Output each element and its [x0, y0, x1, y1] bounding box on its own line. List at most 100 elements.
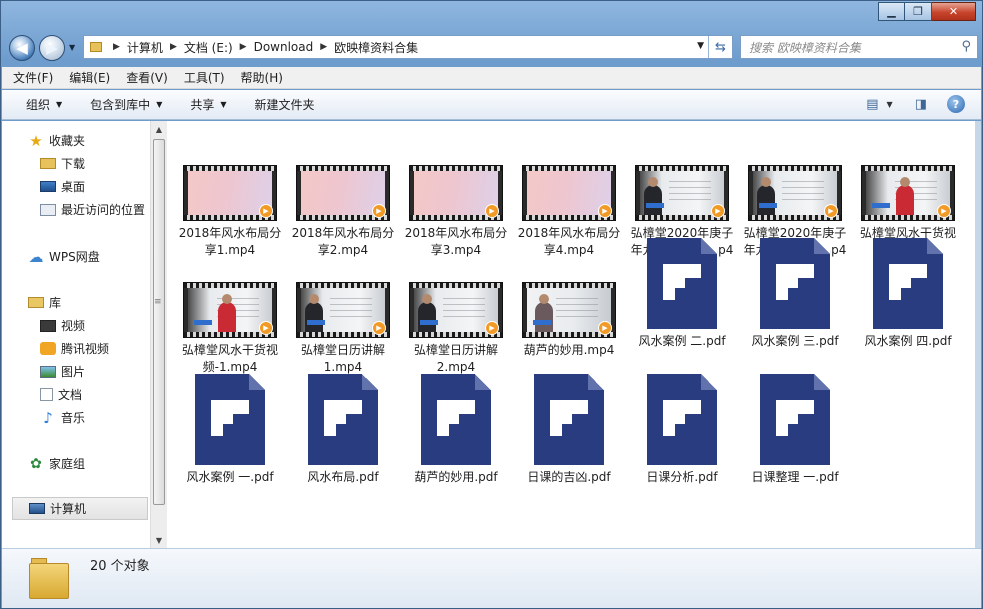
include-library-label: 包含到库中	[90, 98, 151, 112]
window-controls: ▁ ❐ ✕	[878, 2, 976, 21]
share-button[interactable]: 共享 ▼	[190, 96, 226, 113]
new-folder-label: 新建文件夹	[254, 98, 315, 112]
back-button[interactable]: ◀	[9, 35, 35, 61]
menu-help[interactable]: 帮助(H)	[241, 69, 283, 86]
file-item[interactable]: 风水布局.pdf	[288, 374, 398, 486]
scrollbar-thumb[interactable]	[153, 139, 165, 505]
sidebar-item-wps-drive[interactable]: ☁ WPS网盘	[2, 245, 150, 268]
breadcrumb-current-folder[interactable]: 欧映樟资料合集	[334, 39, 418, 56]
view-dropdown-icon[interactable]: ▼	[887, 100, 893, 109]
view-controls: ▤ ▼ ◨ ?	[852, 95, 965, 113]
help-icon[interactable]: ?	[947, 95, 965, 113]
sidebar-item-videos[interactable]: 视频	[2, 314, 150, 337]
breadcrumb-computer[interactable]: 计算机	[127, 39, 163, 56]
sidebar-item-pictures[interactable]: 图片	[2, 360, 150, 383]
sidebar-item-favorites[interactable]: ★ 收藏夹	[2, 129, 150, 152]
file-item[interactable]: ▶ 2018年风水布局分享2.mp4	[288, 165, 398, 259]
chevron-right-icon[interactable]: ▶	[113, 42, 120, 52]
breadcrumb-download[interactable]: Download	[254, 40, 314, 54]
refresh-icon[interactable]: ⇆	[708, 36, 732, 58]
menu-edit[interactable]: 编辑(E)	[69, 69, 110, 86]
preview-pane-icon[interactable]: ◨	[915, 97, 927, 112]
file-item[interactable]: ▶ 弘樟堂日历讲解2.mp4	[401, 282, 511, 376]
sidebar-item-recent-places[interactable]: 最近访问的位置	[2, 198, 150, 221]
sidebar-item-tencent-video[interactable]: 腾讯视频	[2, 337, 150, 360]
video-thumbnail: ▶	[296, 282, 390, 338]
library-group: 库 视频 腾讯视频 图片 文档 ♪ 音乐	[2, 291, 150, 429]
file-name: 风水案例 二.pdf	[638, 334, 726, 348]
change-view-icon[interactable]: ▤	[866, 97, 878, 112]
address-bar[interactable]: ▶ 计算机 ▶ 文档 (E:) ▶ Download ▶ 欧映樟资料合集 ▼ ⇆	[83, 35, 733, 59]
breadcrumb-drive-e[interactable]: 文档 (E:)	[184, 39, 233, 56]
play-icon: ▶	[485, 204, 499, 218]
address-dropdown-icon[interactable]: ▼	[697, 41, 704, 51]
sidebar-item-music[interactable]: ♪ 音乐	[2, 406, 150, 429]
file-item[interactable]: 风水案例 四.pdf	[853, 238, 963, 350]
file-item[interactable]: 日课的吉凶.pdf	[514, 374, 624, 486]
pdf-file-icon	[647, 238, 717, 329]
documents-icon	[40, 388, 53, 401]
file-name: 弘樟堂风水干货视频-1.mp4	[181, 343, 278, 374]
menu-file[interactable]: 文件(F)	[13, 69, 53, 86]
video-thumbnail: ▶	[522, 282, 616, 338]
include-in-library-button[interactable]: 包含到库中 ▼	[90, 96, 162, 113]
file-item[interactable]: 风水案例 三.pdf	[740, 238, 850, 350]
video-thumbnail: ▶	[183, 165, 277, 221]
sidebar-scrollbar[interactable]: ▲ ≡ ▼	[150, 121, 167, 548]
sidebar-item-library[interactable]: 库	[2, 291, 150, 314]
video-library-icon	[40, 319, 56, 332]
sidebar-item-desktop[interactable]: 桌面	[2, 175, 150, 198]
recent-pages-dropdown[interactable]: ▼	[69, 43, 75, 52]
navigation-pane: ★ 收藏夹 下载 桌面 最近访问的位置 ☁ WPS网盘 库 视频 腾讯视频 图片…	[2, 121, 150, 548]
search-input[interactable]: 搜索 欧映樟资料合集 ⚲	[740, 35, 978, 59]
forward-button[interactable]: ▶	[39, 35, 65, 61]
file-item[interactable]: ▶ 2018年风水布局分享1.mp4	[175, 165, 285, 259]
sidebar-item-downloads[interactable]: 下载	[2, 152, 150, 175]
computer-icon	[29, 503, 45, 514]
search-placeholder: 搜索 欧映樟资料合集	[749, 40, 861, 55]
chevron-down-icon: ▼	[156, 100, 163, 109]
content-right-border	[975, 121, 981, 548]
documents-label: 文档	[58, 388, 83, 402]
file-name: 2018年风水布局分享3.mp4	[404, 226, 508, 257]
sidebar-item-homegroup[interactable]: ✿ 家庭组	[2, 452, 150, 475]
file-item[interactable]: 日课分析.pdf	[627, 374, 737, 486]
chevron-right-icon[interactable]: ▶	[240, 42, 247, 52]
file-item[interactable]: ▶ 2018年风水布局分享4.mp4	[514, 165, 624, 259]
details-pane: 20 个对象	[2, 548, 981, 608]
file-item[interactable]: ▶ 弘樟堂日历讲解1.mp4	[288, 282, 398, 376]
file-item[interactable]: ▶ 2018年风水布局分享3.mp4	[401, 165, 511, 259]
file-item[interactable]: ▶ 弘樟堂风水干货视频-1.mp4	[175, 282, 285, 376]
folder-icon	[90, 42, 102, 52]
new-folder-button[interactable]: 新建文件夹	[255, 96, 315, 113]
minimize-button[interactable]: ▁	[878, 2, 905, 21]
menu-view[interactable]: 查看(V)	[126, 69, 168, 86]
menu-tools[interactable]: 工具(T)	[184, 69, 225, 86]
item-count: 20 个对象	[90, 559, 150, 574]
tencent-video-icon	[40, 342, 56, 355]
file-name: 葫芦的妙用.mp4	[523, 343, 615, 357]
maximize-button[interactable]: ❐	[905, 2, 932, 21]
play-icon: ▶	[824, 204, 838, 218]
close-button[interactable]: ✕	[932, 2, 976, 21]
cloud-icon: ☁	[28, 247, 44, 266]
file-item[interactable]: ▶ 葫芦的妙用.mp4	[514, 282, 624, 359]
video-thumbnail: ▶	[183, 282, 277, 338]
file-name: 弘樟堂日历讲解2.mp4	[413, 343, 498, 374]
file-item[interactable]: 日课整理 一.pdf	[740, 374, 850, 486]
chevron-down-icon: ▼	[220, 100, 227, 109]
file-item[interactable]: 风水案例 二.pdf	[627, 238, 737, 350]
sidebar-item-documents[interactable]: 文档	[2, 383, 150, 406]
search-icon[interactable]: ⚲	[961, 39, 971, 54]
organize-button[interactable]: 组织 ▼	[26, 96, 62, 113]
scroll-down-icon[interactable]: ▼	[151, 532, 167, 548]
library-label: 库	[49, 296, 62, 310]
chevron-right-icon[interactable]: ▶	[320, 42, 327, 52]
sidebar-item-computer[interactable]: 计算机	[12, 497, 148, 520]
file-item[interactable]: 风水案例 一.pdf	[175, 374, 285, 486]
chevron-right-icon[interactable]: ▶	[170, 42, 177, 52]
pdf-file-icon	[760, 374, 830, 465]
scroll-up-icon[interactable]: ▲	[151, 121, 167, 137]
pdf-file-icon	[647, 374, 717, 465]
file-item[interactable]: 葫芦的妙用.pdf	[401, 374, 511, 486]
